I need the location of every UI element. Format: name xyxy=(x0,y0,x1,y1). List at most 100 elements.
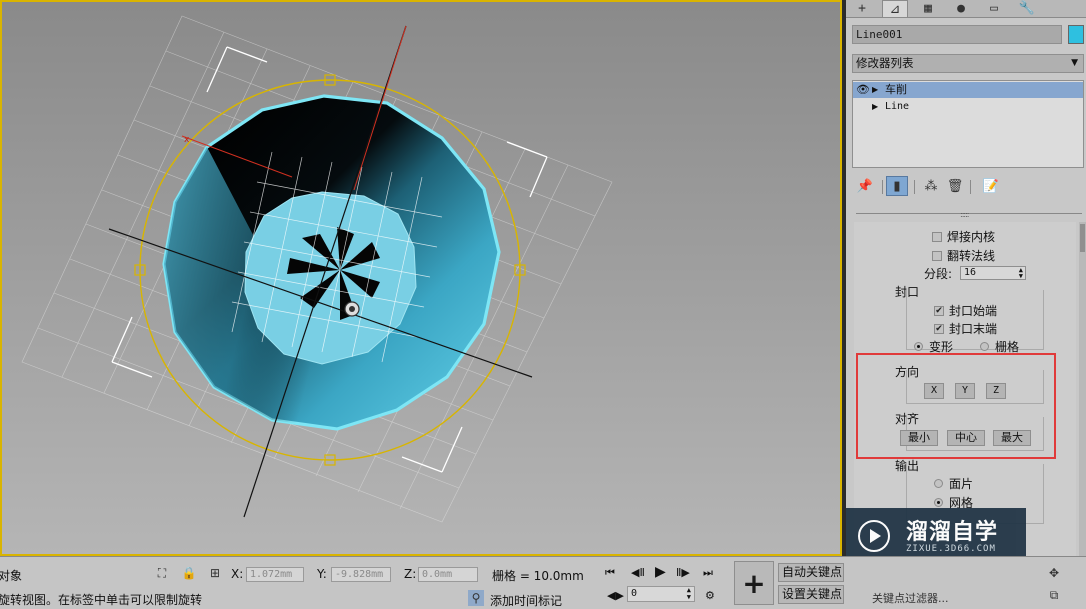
isolate-selection-icon[interactable]: ⛶ xyxy=(154,565,170,581)
time-tag-icon[interactable]: ⚲ xyxy=(468,590,484,606)
segments-spinner[interactable]: 16 ▲ ▼ xyxy=(960,266,1026,280)
previous-frame-icon[interactable]: ◀Ⅱ xyxy=(631,566,645,579)
stack-item-label: 车削 xyxy=(885,83,907,96)
set-key-plus-button[interactable]: + xyxy=(734,561,774,605)
patch-label: 面片 xyxy=(949,477,974,491)
prompt-line: 旋转视图。在标签中单击可以限制旋转 xyxy=(0,593,203,607)
watermark-url: ZIXUE.3D66.COM xyxy=(906,544,996,554)
svg-text:x: x xyxy=(184,135,190,145)
dropdown-arrow-icon: ▼ xyxy=(1071,58,1078,68)
grid-radio[interactable]: 栅格 xyxy=(980,338,1019,355)
go-to-start-icon[interactable]: ⏮ xyxy=(605,566,615,580)
auto-key-button[interactable]: 自动关键点 xyxy=(778,563,844,582)
hierarchy-tab-icon[interactable]: ▦ xyxy=(915,0,941,17)
patch-radio[interactable]: 面片 xyxy=(934,475,973,492)
morph-label: 变形 xyxy=(929,340,954,354)
add-time-tag[interactable]: 添加时间标记 xyxy=(490,592,562,609)
x-label: X: xyxy=(231,567,244,581)
align-min-button[interactable]: 最小 xyxy=(900,430,938,446)
status-bar: 对象 旋转视图。在标签中单击可以限制旋转 ⛶ 🔒 ⊞ X: 1.072mm Y:… xyxy=(0,556,1086,609)
key-mode-icon[interactable]: ◀▶ xyxy=(607,589,624,602)
checkbox-box[interactable]: ✔ xyxy=(934,323,944,334)
maximize-viewport-icon[interactable]: ⧉ xyxy=(1046,587,1062,603)
create-tab-icon[interactable]: + xyxy=(849,0,875,17)
spinner-arrows-icon[interactable]: ▲ ▼ xyxy=(1019,267,1023,280)
perspective-viewport[interactable]: x xyxy=(0,0,842,556)
segments-label: 分段: xyxy=(924,267,953,281)
y-label: Y: xyxy=(317,567,327,581)
grid-label: 栅格 xyxy=(995,340,1020,354)
cap-end-label: 封口末端 xyxy=(949,322,998,336)
stack-item-line[interactable]: ▶ Line xyxy=(853,99,1083,115)
cap-start-label: 封口始端 xyxy=(949,304,998,318)
y-coordinate-field[interactable]: -9.828mm xyxy=(331,567,391,582)
direction-z-button[interactable]: Z xyxy=(986,383,1006,399)
radio-dot[interactable] xyxy=(934,498,943,507)
panel-scrollbar[interactable] xyxy=(1079,222,1086,556)
selection-status: 对象 xyxy=(0,569,23,583)
pivot-icon xyxy=(344,301,360,317)
parameters-rollout: 焊接内核 翻转法线 分段: 16 ▲ ▼ 封口 ✔ 封口始端 ✔ 封口末端 变形 栅格 xyxy=(854,222,1076,556)
app-window: x + ⊿ ▦ ● ▭ 🔧 Line001 修改器列表 ▼ 👁 ▶ 车削 ▶ L… xyxy=(0,0,1086,609)
stack-item-label: Line xyxy=(885,101,910,112)
modifier-list-dropdown[interactable]: 修改器列表 ▼ xyxy=(852,54,1084,73)
grid-size-label: 栅格 = 10.0mm xyxy=(492,569,584,583)
time-config-icon[interactable]: ⚙ xyxy=(705,589,715,602)
eye-icon[interactable]: 👁 xyxy=(856,82,870,98)
weld-core-label: 焊接内核 xyxy=(947,230,996,244)
set-key-button[interactable]: 设置关键点 xyxy=(778,585,844,604)
checkbox-box[interactable] xyxy=(932,231,942,242)
checkbox-box[interactable] xyxy=(932,250,942,261)
viewport-scene: x xyxy=(21,15,613,523)
scrollbar-thumb[interactable] xyxy=(1080,224,1085,252)
orbit-icon[interactable]: ✥ xyxy=(1046,565,1062,581)
cap-end-checkbox[interactable]: ✔ 封口末端 xyxy=(934,320,997,337)
z-label: Z: xyxy=(404,567,417,581)
direction-y-button[interactable]: Y xyxy=(955,383,975,399)
next-frame-icon[interactable]: Ⅱ▶ xyxy=(676,566,690,579)
object-color-swatch[interactable] xyxy=(1068,25,1084,44)
spinner-arrows-icon[interactable]: ▲ ▼ xyxy=(687,587,691,601)
lock-selection-icon[interactable]: 🔒 xyxy=(181,565,197,581)
play-icon[interactable]: ▶ xyxy=(655,564,666,580)
radio-dot[interactable] xyxy=(980,342,989,351)
motion-tab-icon[interactable]: ● xyxy=(948,0,974,17)
align-max-button[interactable]: 最大 xyxy=(993,430,1031,446)
morph-radio[interactable]: 变形 xyxy=(914,338,953,355)
cap-start-checkbox[interactable]: ✔ 封口始端 xyxy=(934,302,997,319)
go-to-end-icon[interactable]: ⏭ xyxy=(703,566,713,580)
watermark-title: 溜溜自学 xyxy=(906,520,999,545)
play-logo-icon xyxy=(858,520,890,552)
remove-modifier-icon[interactable]: 🗑 xyxy=(944,176,966,196)
flip-normals-checkbox[interactable]: 翻转法线 xyxy=(932,247,995,264)
utilities-tab-icon[interactable]: 🔧 xyxy=(1014,0,1040,17)
checkbox-box[interactable]: ✔ xyxy=(934,305,944,316)
make-unique-icon[interactable]: ⁂ xyxy=(920,176,942,196)
show-end-result-icon[interactable]: ▮ xyxy=(886,176,908,196)
rollout-divider xyxy=(856,213,1082,214)
command-panel: + ⊿ ▦ ● ▭ 🔧 Line001 修改器列表 ▼ 👁 ▶ 车削 ▶ Lin… xyxy=(846,0,1086,556)
stack-toolbar: 📌 ▮ ⁂ 🗑 📝 xyxy=(852,176,1084,198)
direction-x-button[interactable]: X xyxy=(924,383,944,399)
flip-normals-label: 翻转法线 xyxy=(947,249,996,263)
radio-dot[interactable] xyxy=(934,479,943,488)
configure-sets-icon[interactable]: 📝 xyxy=(980,176,1002,196)
expand-triangle-icon[interactable]: ▶ xyxy=(872,82,878,98)
modify-tab-icon[interactable]: ⊿ xyxy=(882,0,908,17)
key-filters-button[interactable]: 关键点过滤器... xyxy=(872,590,949,606)
current-frame-field[interactable]: 0 ▲ ▼ xyxy=(627,586,695,602)
weld-core-checkbox[interactable]: 焊接内核 xyxy=(932,228,995,245)
object-name-field[interactable]: Line001 xyxy=(852,25,1062,44)
x-coordinate-field[interactable]: 1.072mm xyxy=(246,567,304,582)
expand-triangle-icon[interactable]: ▶ xyxy=(872,99,878,115)
z-coordinate-field[interactable]: 0.0mm xyxy=(418,567,478,582)
stack-item-lathe[interactable]: 👁 ▶ 车削 xyxy=(853,82,1083,98)
grip-icon[interactable]: ::::: xyxy=(960,210,970,219)
radio-dot[interactable] xyxy=(914,342,923,351)
modifier-list-label: 修改器列表 xyxy=(856,56,914,70)
frame-value: 0 xyxy=(631,588,638,599)
display-tab-icon[interactable]: ▭ xyxy=(981,0,1007,17)
pin-stack-icon[interactable]: 📌 xyxy=(854,176,876,196)
align-center-button[interactable]: 中心 xyxy=(947,430,985,446)
absolute-mode-icon[interactable]: ⊞ xyxy=(207,565,223,581)
